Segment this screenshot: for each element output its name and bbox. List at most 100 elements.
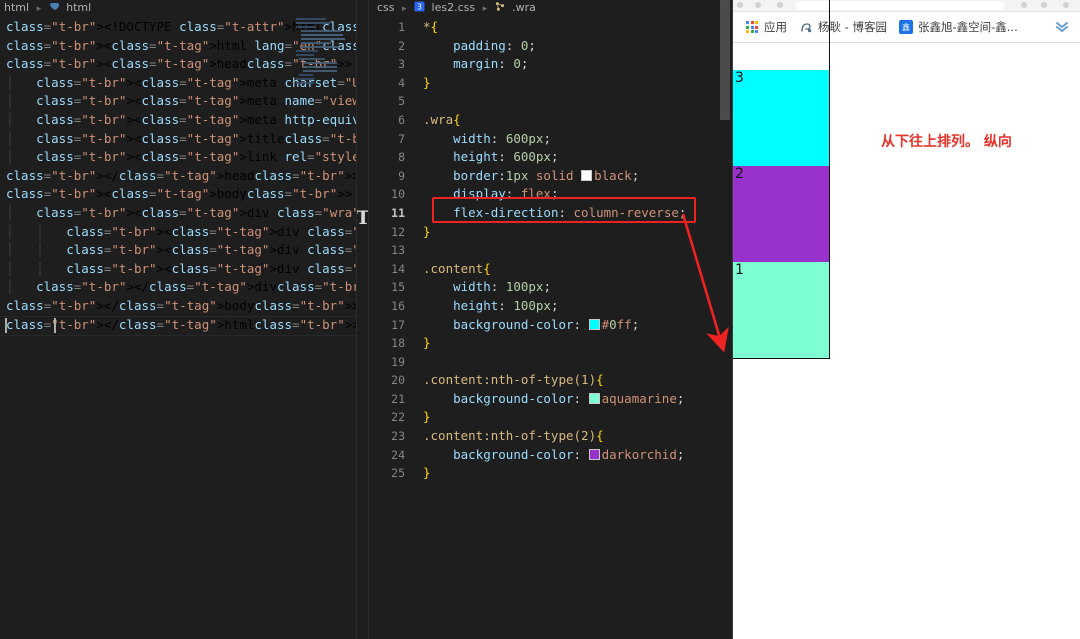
code-text: } bbox=[423, 335, 431, 350]
code-text: } bbox=[423, 224, 431, 239]
breadcrumb-separator-icon: ▸ bbox=[479, 4, 492, 14]
bookmark-zhangxinxu[interactable]: 鑫 张鑫旭-鑫空间-鑫... bbox=[893, 16, 1024, 38]
line-number: 17 bbox=[369, 316, 405, 335]
browser-window[interactable]: 应用 杨耿 - 博客园 鑫 张鑫旭-鑫空间-鑫... 123 从下往上排列。 纵… bbox=[733, 0, 1080, 639]
code-text: background-color: aquamarine; bbox=[423, 391, 684, 406]
content-box-label: 2 bbox=[735, 166, 744, 182]
svg-text:3: 3 bbox=[417, 2, 422, 11]
code-text: .content:nth-of-type(1){ bbox=[423, 372, 604, 387]
html-file-icon bbox=[49, 1, 60, 12]
css-code-line: 13 bbox=[369, 241, 732, 260]
bookmark-zhangxinxu-label: 张鑫旭-鑫空间-鑫... bbox=[918, 19, 1018, 35]
code-text: height: 600px; bbox=[423, 149, 559, 164]
css-code-line: 25} bbox=[369, 464, 732, 483]
html-breadcrumb-file[interactable]: html bbox=[66, 1, 91, 14]
code-text: } bbox=[423, 75, 431, 90]
css-code-line: 4} bbox=[369, 74, 732, 93]
code-text: display: flex; bbox=[423, 186, 559, 201]
line-number: 3 bbox=[369, 55, 405, 74]
css-code-line: 2 padding: 0; bbox=[369, 37, 732, 56]
css-breadcrumb-file[interactable]: les2.css bbox=[432, 1, 476, 14]
html-editor-pane[interactable]: html ▸ html class="t-br"><!DOCTYPE class… bbox=[0, 0, 356, 639]
content-box: 1 bbox=[733, 262, 829, 358]
line-number: 20 bbox=[369, 371, 405, 390]
html-code-line: │ │ class="t-br"><class="t-tag">div clas… bbox=[6, 241, 356, 260]
line-number: 2 bbox=[369, 37, 405, 56]
line-number: 9 bbox=[369, 167, 405, 186]
html-code-line: class="t-br"><class="t-tag">bodyclass="t… bbox=[6, 185, 356, 204]
html-editor-scrollbar[interactable] bbox=[342, 0, 356, 639]
screenshot-root: html ▸ html class="t-br"><!DOCTYPE class… bbox=[0, 0, 1080, 639]
css-code-line: 1 *{ bbox=[369, 18, 732, 37]
code-text: } bbox=[423, 465, 431, 480]
line-number: 16 bbox=[369, 297, 405, 316]
breadcrumb-separator-icon: ▸ bbox=[33, 4, 46, 14]
line-number: 12 bbox=[369, 223, 405, 242]
css-code-line: 15 width: 100px; bbox=[369, 278, 732, 297]
code-text: *{ bbox=[423, 19, 438, 34]
html-code-line: │ │ class="t-br"><class="t-tag">div clas… bbox=[6, 223, 356, 242]
css-rule-icon bbox=[495, 1, 506, 12]
css-code-line: 12} bbox=[369, 223, 732, 242]
code-text: background-color: #0ff; bbox=[423, 317, 639, 332]
text-caret bbox=[5, 318, 7, 333]
line-number: 18 bbox=[369, 334, 405, 353]
wra-container: 1 2 3 bbox=[733, 0, 830, 359]
css-breadcrumb[interactable]: css ▸ 3 les2.css ▸ .wra bbox=[369, 0, 732, 16]
css-code-line: 6 .wra{ bbox=[369, 111, 732, 130]
line-number: 25 bbox=[369, 464, 405, 483]
chevron-double-down-icon[interactable] bbox=[1054, 18, 1070, 37]
code-text: width: 100px; bbox=[423, 279, 551, 294]
css-code-line: 10 display: flex; bbox=[369, 185, 732, 204]
line-number: 24 bbox=[369, 446, 405, 465]
code-text: .content{ bbox=[423, 261, 491, 276]
css-code-line: 11 flex-direction: column-reverse; bbox=[369, 204, 732, 223]
code-text: margin: 0; bbox=[423, 56, 528, 71]
bookmark-favicon-blue-icon: 鑫 bbox=[899, 20, 913, 34]
editor-divider-1[interactable] bbox=[356, 0, 357, 639]
css-code-line: 21 background-color: aquamarine; bbox=[369, 390, 732, 409]
html-minimap[interactable] bbox=[296, 18, 342, 168]
line-number: 4 bbox=[369, 74, 405, 93]
code-text: border:1px solid black; bbox=[423, 168, 639, 183]
css-code-area[interactable]: 1*{2 padding: 0;3 margin: 0;4}56.wra{7 w… bbox=[369, 16, 732, 483]
css-breadcrumb-selector[interactable]: .wra bbox=[512, 1, 536, 14]
line-number: 11 bbox=[369, 204, 405, 223]
css-file-icon: 3 bbox=[414, 1, 425, 12]
code-text: .content:nth-of-type(2){ bbox=[423, 428, 604, 443]
line-number: 6 bbox=[369, 111, 405, 130]
line-number: 5 bbox=[369, 92, 405, 111]
line-number: 15 bbox=[369, 278, 405, 297]
css-code-line: 16 height: 100px; bbox=[369, 297, 732, 316]
line-number: 1 bbox=[369, 18, 405, 37]
content-box-label: 3 bbox=[735, 70, 744, 86]
css-editor-scrollbar[interactable] bbox=[718, 0, 732, 639]
html-code-line: class="t-br"></class="t-tag">bodyclass="… bbox=[6, 297, 356, 316]
css-editor-pane[interactable]: css ▸ 3 les2.css ▸ .wra 1 *{ 2 padding: 0;… bbox=[369, 0, 732, 639]
content-box: 3 bbox=[733, 70, 829, 166]
css-code-line: 19 bbox=[369, 353, 732, 372]
css-code-line: 5 bbox=[369, 92, 732, 111]
line-number: 13 bbox=[369, 241, 405, 260]
css-breadcrumb-folder[interactable]: css bbox=[377, 1, 395, 14]
css-code-line: 17 background-color: #0ff; bbox=[369, 316, 732, 335]
html-code-line: │ class="t-br"><class="t-tag">div class=… bbox=[6, 204, 356, 223]
html-breadcrumb-folder[interactable]: html bbox=[4, 1, 29, 14]
line-number: 22 bbox=[369, 408, 405, 427]
css-code-line: 14.content{ bbox=[369, 260, 732, 279]
line-number: 8 bbox=[369, 148, 405, 167]
css-code-line: 8 height: 600px; bbox=[369, 148, 732, 167]
html-code-line: class="t-br"></class="t-tag">headclass="… bbox=[6, 167, 356, 186]
content-box-label: 1 bbox=[735, 262, 744, 278]
content-box: 2 bbox=[733, 166, 829, 262]
code-text: padding: 0; bbox=[423, 38, 536, 53]
rendered-page-viewport: 123 从下往上排列。 纵向 bbox=[733, 43, 1080, 639]
css-code-line: 7 width: 600px; bbox=[369, 130, 732, 149]
line-number: 7 bbox=[369, 130, 405, 149]
css-code-line: 9 border:1px solid black; bbox=[369, 167, 732, 186]
code-text: .wra{ bbox=[423, 112, 461, 127]
css-code-line: 24 background-color: darkorchid; bbox=[369, 446, 732, 465]
text-caret bbox=[54, 318, 56, 333]
line-number: 10 bbox=[369, 185, 405, 204]
html-breadcrumb[interactable]: html ▸ html bbox=[0, 0, 356, 16]
